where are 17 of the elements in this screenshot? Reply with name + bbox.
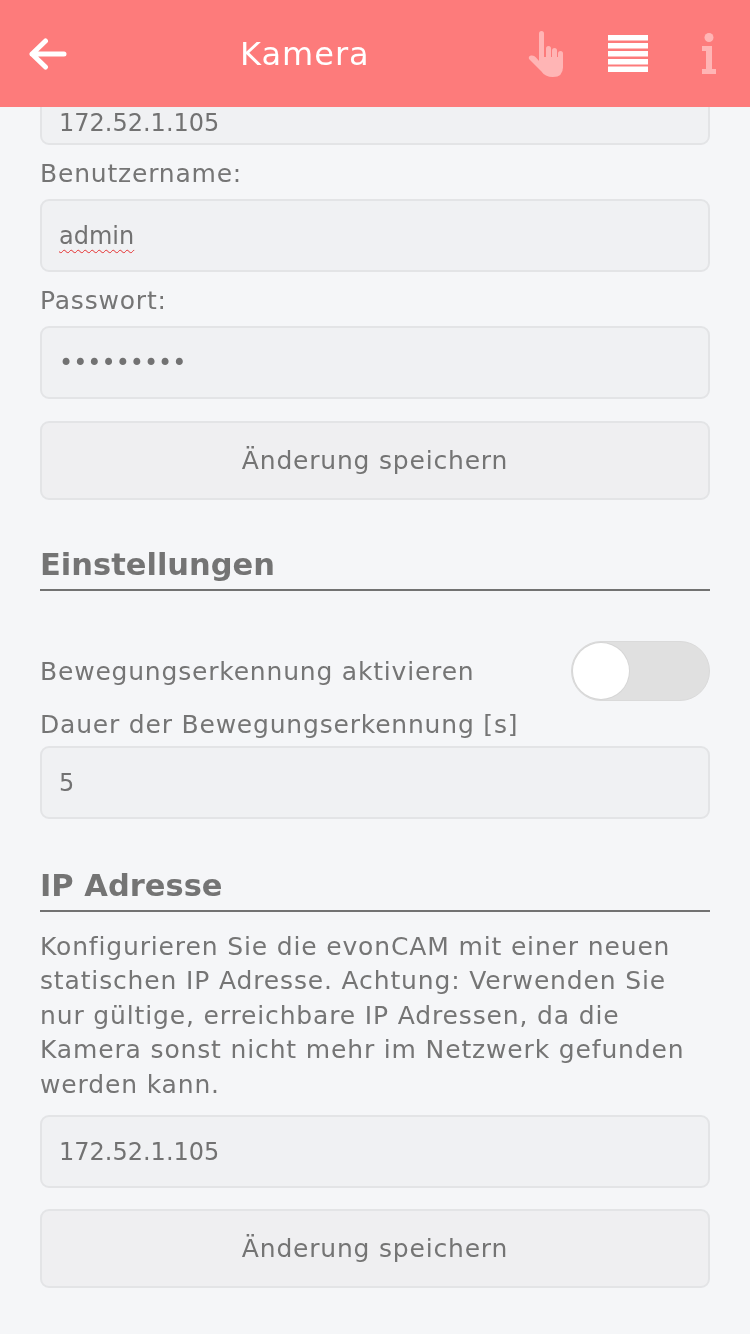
field-label: Benutzername: bbox=[40, 158, 244, 190]
section-heading: IP Adresse bbox=[40, 866, 710, 912]
page-title: Kamera bbox=[240, 33, 371, 74]
field-label: Dauer der Bewegungserkennung [s] bbox=[40, 709, 520, 741]
section-heading: Einstellungen bbox=[40, 545, 710, 591]
input-field[interactable]: admin bbox=[40, 199, 710, 272]
setting-label: Bewegungserkennung aktivieren bbox=[40, 656, 475, 686]
input-field[interactable]: 172.52.1.105 bbox=[40, 1115, 710, 1189]
arrow-left-icon bbox=[29, 37, 67, 70]
back-button[interactable] bbox=[28, 35, 68, 72]
save-button[interactable]: Änderung speichern bbox=[40, 1209, 710, 1289]
input-field[interactable]: 5 bbox=[40, 746, 710, 819]
field-label: Passwort: bbox=[40, 285, 168, 317]
input-field[interactable]: 172.52.1.105 bbox=[40, 107, 710, 145]
save-button[interactable]: Änderung speichern bbox=[40, 421, 710, 500]
description-text: Konfigurieren Sie die evonCAM mit einer neuen statischen IP Adresse. Achtung: Verwenden Sie nur gültige, erreichbare IP Adressen, da die Kamera sonst nicht mehr im Netzwerk gefunden werden kann. bbox=[40, 931, 686, 1101]
input-field[interactable]: ••••••••• bbox=[40, 326, 710, 399]
